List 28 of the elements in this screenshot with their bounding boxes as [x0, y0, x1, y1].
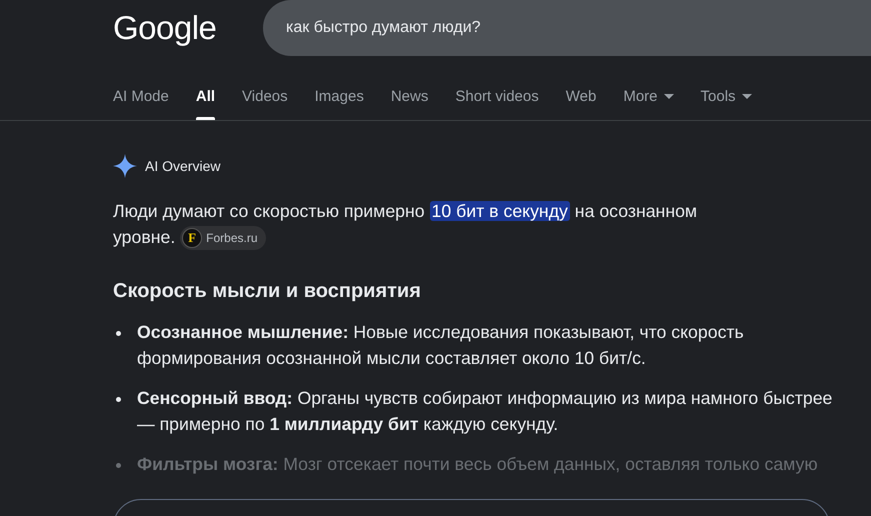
summary-text: на осознанном: [574, 201, 698, 221]
search-tab[interactable]: Short videos: [455, 82, 539, 120]
search-tab[interactable]: Videos: [242, 82, 288, 120]
caret-icon: [742, 94, 752, 99]
bullet-icon: [116, 331, 121, 336]
overview-title: AI Overview: [145, 158, 220, 174]
search-tab[interactable]: AI Mode: [113, 82, 169, 120]
search-tab[interactable]: Tools: [700, 82, 752, 120]
caret-icon: [664, 94, 674, 99]
section-heading: Скорость мысли и восприятия: [113, 280, 422, 304]
search-tab[interactable]: All: [196, 82, 216, 120]
bullet-icon: [116, 397, 121, 402]
source-logo-icon: F: [182, 228, 202, 248]
search-field[interactable]: как быстро думают люди?: [263, 0, 871, 56]
search-tab[interactable]: Web: [566, 82, 596, 120]
bullet-text: Сенсорный ввод: Органы чувств собирают информацию из мира намного быстрее — примерно по 1 миллиарду бит каждую секунду.: [137, 387, 834, 436]
bullet-icon: [116, 463, 121, 468]
google-logo[interactable]: Google: [113, 9, 263, 47]
bullet-text: Осознанное мышление: Новые исследования показывают, что скорость формирования осознанной мысли составляет около 10 бит/с.: [137, 321, 745, 370]
search-tab[interactable]: Images: [314, 82, 364, 120]
search-tab[interactable]: News: [390, 82, 428, 120]
source-chip[interactable]: F Forbes.ru: [180, 226, 266, 250]
search-tab[interactable]: More: [623, 82, 674, 120]
sparkle-icon: [113, 154, 137, 178]
summary-text: Люди думают со скоростью примерно: [113, 201, 425, 221]
summary-text: уровне.: [113, 227, 176, 247]
bullet-text: Фильтры мозга: Мозг отсекает почти весь объем данных, оставляя только самую: [137, 453, 818, 476]
highlighted-text: 10 бит в секунду: [430, 201, 570, 221]
